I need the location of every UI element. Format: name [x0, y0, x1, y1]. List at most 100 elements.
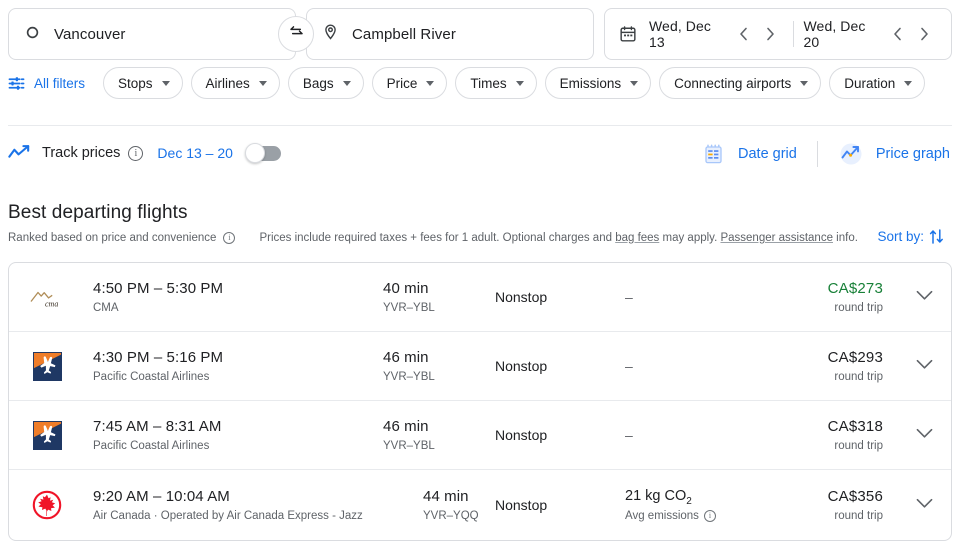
flight-times: 4:30 PM – 5:16 PM: [93, 349, 224, 366]
departure-date-segment[interactable]: Wed, Dec 13: [649, 9, 783, 59]
flight-price-type: round trip: [834, 440, 883, 452]
info-icon[interactable]: i: [223, 232, 236, 244]
departure-date-value: Wed, Dec 13: [649, 18, 712, 50]
prices-note: Prices include required taxes + fees for…: [259, 232, 857, 244]
price-graph-icon: [838, 141, 864, 167]
chevron-down-icon: [515, 80, 524, 86]
return-prev-day-button[interactable]: [885, 21, 911, 47]
svg-text:cma: cma: [45, 300, 58, 309]
filter-chip-label: Airlines: [205, 75, 250, 91]
chevron-down-icon: [258, 80, 267, 86]
flight-price: CA$293: [827, 349, 883, 366]
chevron-down-icon: [426, 80, 435, 86]
location-pin-icon: [323, 23, 338, 45]
flight-duration: 44 min: [423, 488, 469, 505]
flight-duration-cell: 40 min YVR–YBL: [383, 280, 495, 314]
table-row[interactable]: 9:20 AM – 10:04 AM Air Canada · Operated…: [9, 470, 951, 540]
filter-chip-label: Times: [470, 75, 507, 91]
filter-chip-label: Duration: [844, 75, 896, 91]
toolbar-divider: [8, 125, 952, 126]
return-date-segment[interactable]: Wed, Dec 20: [804, 9, 938, 59]
flight-times: 9:20 AM – 10:04 AM: [93, 488, 230, 505]
tune-sliders-icon: [8, 75, 25, 92]
swap-button[interactable]: [278, 16, 314, 52]
date-grid-label: Date grid: [738, 146, 797, 162]
flight-time-cell: 9:20 AM – 10:04 AM Air Canada · Operated…: [93, 488, 423, 522]
toggle-knob: [244, 142, 265, 163]
pacific-coastal-logo: [29, 348, 65, 384]
flight-emissions: 21 kg CO2: [625, 488, 795, 507]
departure-prev-day-button[interactable]: [731, 21, 757, 47]
table-row[interactable]: 7:45 AM – 8:31 AM Pacific Coastal Airlin…: [9, 401, 951, 470]
flight-duration-cell: 46 min YVR–YBL: [383, 349, 495, 383]
flight-time-cell: 4:30 PM – 5:16 PM Pacific Coastal Airlin…: [93, 349, 383, 383]
expand-flight-button[interactable]: [913, 426, 935, 444]
info-icon[interactable]: i: [703, 510, 716, 523]
filter-chip-stops[interactable]: Stops: [103, 67, 183, 99]
flight-price-cell: CA$273 round trip: [795, 280, 913, 314]
chevron-down-icon: [916, 496, 933, 514]
passenger-assistance-link[interactable]: Passenger assistance: [720, 232, 833, 244]
flight-route: YVR–YBL: [383, 302, 435, 314]
sort-arrows-icon: [929, 228, 944, 245]
flight-stops: Nonstop: [495, 358, 548, 374]
flight-price: CA$273: [827, 280, 883, 297]
page-title: Best departing flights: [8, 202, 188, 223]
date-range-picker[interactable]: Wed, Dec 13 Wed, Dec 20: [604, 8, 952, 60]
expand-flight-button[interactable]: [913, 357, 935, 375]
price-graph-label: Price graph: [875, 146, 950, 162]
section-subtitle: Ranked based on price and convenience i …: [8, 230, 858, 246]
all-filters-button[interactable]: All filters: [8, 75, 85, 92]
date-grid-icon: [702, 142, 726, 166]
flight-price: CA$356: [827, 488, 883, 505]
filter-chip-emissions[interactable]: Emissions: [544, 67, 652, 99]
price-graph-button[interactable]: Price graph: [838, 141, 950, 167]
filter-chip-bags[interactable]: Bags: [287, 67, 364, 99]
bag-fees-link[interactable]: bag fees: [615, 232, 659, 244]
filter-chip-times[interactable]: Times: [455, 67, 537, 99]
flight-airline: Pacific Coastal Airlines: [93, 440, 210, 452]
flight-price-type: round trip: [834, 510, 883, 522]
flight-results-list: cma 4:50 PM – 5:30 PM CMA 40 min YVR–YBL…: [8, 262, 952, 541]
sort-by-button[interactable]: Sort by:: [877, 228, 944, 245]
chevron-down-icon: [342, 80, 351, 86]
track-prices-dates[interactable]: Dec 13 – 20: [157, 145, 233, 161]
chevron-down-icon: [800, 80, 809, 86]
track-prices-toggle[interactable]: [244, 142, 281, 163]
flight-route: YVR–YBL: [383, 371, 435, 383]
table-row[interactable]: cma 4:50 PM – 5:30 PM CMA 40 min YVR–YBL…: [9, 263, 951, 332]
flight-airline: CMA: [93, 302, 119, 314]
flight-airline: Air Canada · Operated by Air Canada Expr…: [93, 510, 363, 522]
avg-emissions-label: Avg emissions: [625, 510, 699, 523]
filter-chip-connecting-airports[interactable]: Connecting airports: [659, 67, 822, 99]
expand-flight-button[interactable]: [913, 496, 935, 514]
flight-emissions-cell: –: [625, 427, 795, 443]
prices-note-pre: Prices include required taxes + fees for…: [259, 232, 616, 244]
departure-next-day-button[interactable]: [757, 21, 783, 47]
info-icon[interactable]: i: [128, 145, 144, 161]
filter-chip-airlines[interactable]: Airlines: [190, 67, 280, 99]
track-prices-label: Track prices: [42, 145, 121, 161]
flight-airline: Pacific Coastal Airlines: [93, 371, 210, 383]
filter-chip-duration[interactable]: Duration: [829, 67, 926, 99]
flight-price-cell: CA$356 round trip: [795, 488, 913, 522]
return-date-value: Wed, Dec 20: [803, 18, 866, 50]
flight-emissions-cell: 21 kg CO2 Avg emissions i: [625, 488, 795, 523]
table-row[interactable]: 4:30 PM – 5:16 PM Pacific Coastal Airlin…: [9, 332, 951, 401]
flight-times: 7:45 AM – 8:31 AM: [93, 418, 222, 435]
sort-by-label: Sort by:: [877, 229, 924, 244]
origin-input[interactable]: Vancouver: [8, 8, 296, 60]
expand-flight-button[interactable]: [913, 288, 935, 306]
filter-chip-label: Emissions: [559, 75, 622, 91]
return-next-day-button[interactable]: [911, 21, 937, 47]
filter-chip-price[interactable]: Price: [371, 67, 448, 99]
chevron-down-icon: [916, 288, 933, 306]
flight-price-cell: CA$293 round trip: [795, 349, 913, 383]
flight-emissions: –: [625, 427, 633, 443]
chevron-down-icon: [161, 80, 170, 86]
date-grid-button[interactable]: Date grid: [702, 142, 797, 166]
destination-input[interactable]: Campbell River: [306, 8, 594, 60]
chevron-down-icon: [916, 426, 933, 444]
swap-slot: [278, 8, 314, 60]
flight-emissions-value: 21 kg CO: [625, 487, 687, 504]
